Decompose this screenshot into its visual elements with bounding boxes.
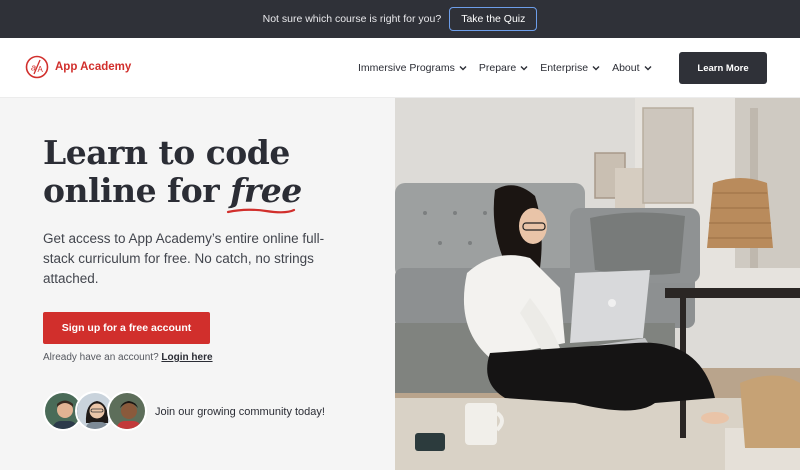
hero-content: Learn to code online for free Get access… <box>0 98 395 470</box>
announcement-banner: Not sure which course is right for you? … <box>0 0 800 38</box>
community-text: Join our growing community today! <box>155 406 325 418</box>
brand-logo[interactable]: a A App Academy <box>25 55 131 79</box>
hero-subtext: Get access to App Academy’s entire onlin… <box>43 231 325 286</box>
headline-emphasis: free <box>227 171 302 214</box>
learn-more-button[interactable]: Learn More <box>679 52 767 84</box>
headline-line-2-prefix: online for <box>43 171 231 210</box>
svg-text:A: A <box>38 65 44 74</box>
app-academy-logo-icon: a A <box>25 55 49 79</box>
avatar <box>107 391 147 431</box>
chevron-down-icon <box>520 66 528 71</box>
nav-item-prepare[interactable]: Prepare <box>479 62 528 74</box>
brand-name: App Academy <box>55 61 132 73</box>
headline-line-1: Learn to code <box>43 133 290 172</box>
login-prompt-text: Already have an account? <box>43 352 159 363</box>
signup-button[interactable]: Sign up for a free account <box>43 312 210 344</box>
nav-links: Immersive Programs Prepare Enterprise Ab… <box>358 62 652 74</box>
nav-item-enterprise[interactable]: Enterprise <box>540 62 600 74</box>
main-nav: a A App Academy Immersive Programs Prepa… <box>0 38 800 98</box>
chevron-down-icon <box>459 66 467 71</box>
red-underline-scribble <box>227 208 296 214</box>
nav-item-about[interactable]: About <box>612 62 652 74</box>
login-prompt: Already have an account? Login here <box>43 352 213 363</box>
chevron-down-icon <box>592 66 600 71</box>
headline-emphasis-text: free <box>230 171 302 210</box>
banner-text: Not sure which course is right for you? <box>262 13 442 25</box>
nav-item-label: Enterprise <box>540 62 589 74</box>
chevron-down-icon <box>644 66 652 71</box>
take-quiz-button[interactable]: Take the Quiz <box>449 7 538 31</box>
hero-headline: Learn to code online for free <box>43 133 302 214</box>
nav-item-immersive-programs[interactable]: Immersive Programs <box>358 62 467 74</box>
nav-item-label: Immersive Programs <box>358 62 455 74</box>
login-link[interactable]: Login here <box>161 352 212 363</box>
nav-item-label: Prepare <box>478 62 517 74</box>
nav-item-label: About <box>612 62 640 74</box>
hero-photo-woman-with-laptop <box>395 98 800 470</box>
community-avatars <box>43 391 147 431</box>
